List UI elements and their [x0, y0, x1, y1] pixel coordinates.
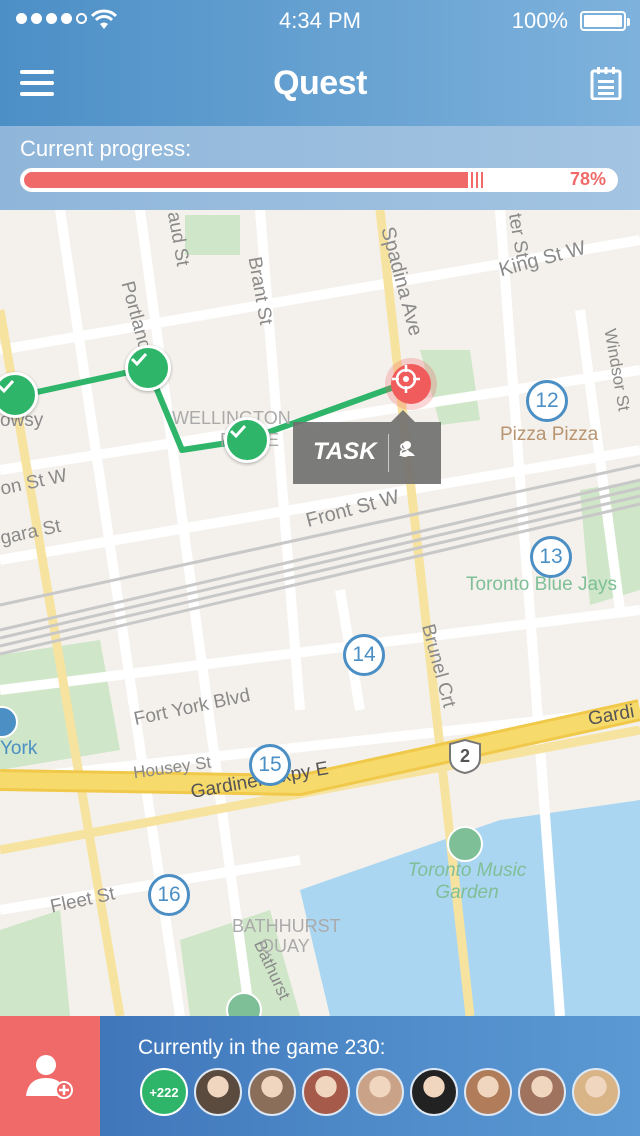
place-label: Toronto Music Garden: [407, 860, 527, 903]
marker-14[interactable]: 14: [343, 634, 385, 676]
marker-16[interactable]: 16: [148, 874, 190, 916]
player-avatar[interactable]: [248, 1068, 296, 1116]
player-avatar[interactable]: [572, 1068, 620, 1116]
battery-percent: 100%: [511, 8, 568, 33]
app-title: Quest: [273, 64, 367, 102]
player-avatar[interactable]: [410, 1068, 458, 1116]
progress-label: Current progress:: [20, 136, 192, 161]
task-tooltip[interactable]: TASK 8: [293, 410, 441, 484]
player-avatar[interactable]: [518, 1068, 566, 1116]
task-label: TASK: [313, 438, 377, 465]
players-bar: Currently in the game 230: +222: [0, 1016, 640, 1136]
place-label: Pizza Pizza: [500, 424, 599, 445]
check-icon: [229, 424, 247, 439]
place-label: Toronto Blue Jays: [466, 574, 618, 595]
status-bar: 4:34 PM 100%: [0, 0, 640, 40]
crosshair-icon: [392, 365, 420, 393]
park-icon: [447, 826, 483, 862]
progress-percent: 78%: [569, 169, 606, 189]
check-icon: [0, 379, 15, 394]
notepad-icon[interactable]: [590, 66, 622, 100]
map-view[interactable]: King St W Spadina Ave Portland Brant St …: [0, 210, 640, 1016]
avatar-list: +222: [140, 1068, 620, 1116]
progress-bar: 78%: [20, 168, 618, 192]
marker-13[interactable]: 13: [530, 536, 572, 578]
completed-checkpoint[interactable]: [224, 417, 270, 463]
invite-player-button[interactable]: [0, 1016, 100, 1136]
place-label: QUAY: [260, 936, 310, 956]
player-avatar[interactable]: [302, 1068, 350, 1116]
task-participants: 8: [399, 440, 415, 463]
players-count-label: Currently in the game 230:: [138, 1036, 386, 1059]
current-target[interactable]: [385, 358, 437, 410]
top-bar: 4:34 PM 100% Quest: [0, 0, 640, 126]
marker-15[interactable]: 15: [249, 744, 291, 786]
marker-12[interactable]: 12: [526, 380, 568, 422]
place-label: York: [0, 738, 38, 759]
completed-checkpoint[interactable]: [125, 345, 171, 391]
progress-panel: Current progress: 78%: [0, 126, 640, 210]
shield-number: 2: [459, 746, 470, 766]
place-label: BATHHURST: [232, 916, 341, 936]
highway-shield: 2: [448, 738, 482, 774]
check-icon: [130, 352, 148, 367]
player-avatar[interactable]: [464, 1068, 512, 1116]
player-avatar[interactable]: [194, 1068, 242, 1116]
progress-ticks: [466, 172, 484, 188]
more-players-badge[interactable]: +222: [140, 1068, 188, 1116]
battery-icon: [580, 11, 630, 31]
player-avatar[interactable]: [356, 1068, 404, 1116]
user-icon: [399, 441, 415, 456]
add-user-icon: [26, 1055, 73, 1099]
progress-fill: [24, 172, 466, 188]
